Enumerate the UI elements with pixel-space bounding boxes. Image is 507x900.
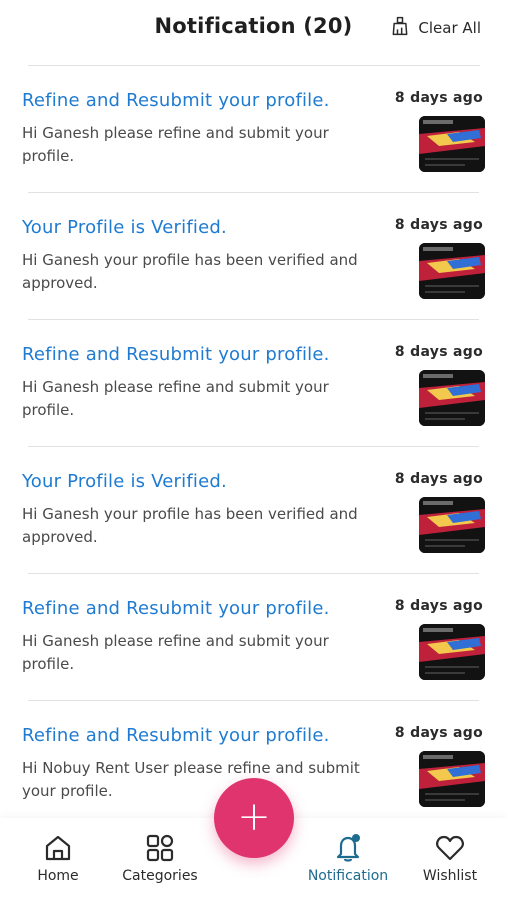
nav-wishlist-label: Wishlist bbox=[422, 868, 478, 884]
notification-body: Hi Nobuy Rent User please refine and sub… bbox=[22, 759, 360, 800]
notification-time: 8 days ago bbox=[394, 598, 483, 614]
notification-time: 8 days ago bbox=[394, 90, 483, 106]
add-button[interactable]: + bbox=[214, 778, 294, 858]
notification-title: Your Profile is Verified. bbox=[22, 217, 227, 238]
nav-categories[interactable]: Categories bbox=[110, 832, 210, 884]
home-icon bbox=[8, 832, 108, 864]
notification-item[interactable]: Refine and Resubmit your profile. 8 days… bbox=[22, 574, 485, 701]
notification-title: Your Profile is Verified. bbox=[22, 471, 227, 492]
notification-time: 8 days ago bbox=[394, 471, 483, 487]
notification-title: Refine and Resubmit your profile. bbox=[22, 344, 330, 365]
categories-icon bbox=[110, 832, 210, 864]
notification-thumbnail bbox=[419, 497, 485, 553]
notification-time: 8 days ago bbox=[394, 344, 483, 360]
notification-thumbnail bbox=[419, 243, 485, 299]
notification-body: Hi Ganesh your profile has been verified… bbox=[22, 505, 358, 546]
plus-icon: + bbox=[237, 793, 271, 840]
notification-thumbnail bbox=[419, 624, 485, 680]
notification-thumbnail bbox=[419, 370, 485, 426]
notification-item[interactable]: Your Profile is Verified. 8 days ago Hi … bbox=[22, 447, 485, 574]
nav-home-label: Home bbox=[37, 868, 79, 884]
notification-thumbnail bbox=[419, 116, 485, 172]
notification-time: 8 days ago bbox=[394, 217, 483, 233]
heart-icon bbox=[400, 832, 500, 864]
notification-time: 8 days ago bbox=[394, 725, 483, 741]
notification-body: Hi Ganesh please refine and submit your … bbox=[22, 378, 329, 419]
broom-icon bbox=[390, 16, 410, 40]
notification-list: Refine and Resubmit your profile. 8 days… bbox=[0, 66, 507, 827]
notification-body: Hi Ganesh your profile has been verified… bbox=[22, 251, 358, 292]
nav-categories-label: Categories bbox=[122, 868, 198, 884]
nav-wishlist[interactable]: Wishlist bbox=[400, 832, 500, 884]
notification-item[interactable]: Your Profile is Verified. 8 days ago Hi … bbox=[22, 193, 485, 320]
nav-home[interactable]: Home bbox=[8, 832, 108, 884]
notification-body: Hi Ganesh please refine and submit your … bbox=[22, 632, 329, 673]
notification-item[interactable]: Refine and Resubmit your profile. 8 days… bbox=[22, 66, 485, 193]
notification-thumbnail bbox=[419, 751, 485, 807]
header: Notification (20) Clear All bbox=[0, 0, 507, 66]
notification-title: Refine and Resubmit your profile. bbox=[22, 598, 330, 619]
clear-all-label: Clear All bbox=[418, 19, 481, 37]
bell-icon bbox=[298, 832, 398, 864]
notification-title: Refine and Resubmit your profile. bbox=[22, 725, 330, 746]
clear-all-button[interactable]: Clear All bbox=[390, 16, 481, 40]
notification-body: Hi Ganesh please refine and submit your … bbox=[22, 124, 329, 165]
notification-title: Refine and Resubmit your profile. bbox=[22, 90, 330, 111]
notification-item[interactable]: Refine and Resubmit your profile. 8 days… bbox=[22, 320, 485, 447]
nav-notification[interactable]: Notification bbox=[298, 832, 398, 884]
nav-notification-label: Notification bbox=[307, 868, 389, 884]
